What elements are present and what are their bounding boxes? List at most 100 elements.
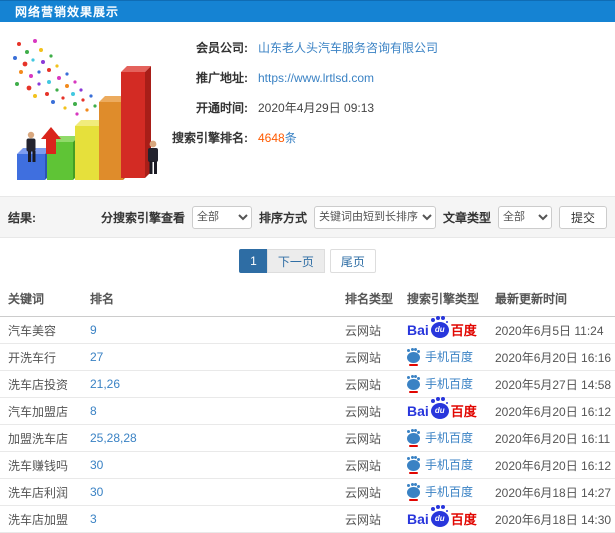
rank-cell: 25,28,28	[85, 424, 340, 452]
open-time-value: 2020年4月29日 09:13	[258, 101, 375, 115]
keyword-cell: 洗车店利润	[0, 478, 85, 506]
rank-cell: 21,26	[85, 370, 340, 398]
rank-type-cell: 云网站	[340, 316, 402, 344]
baidu-paw-icon: du	[430, 318, 449, 338]
baidu-logo-bai: Bai	[407, 403, 429, 419]
col-rank-type: 排名类型	[340, 281, 402, 317]
table-row: 汽车加盟店 8 云网站 Bai du 百度 2020年6月20日 16:12	[0, 397, 615, 425]
col-keyword: 关键词	[0, 281, 85, 317]
baidu-logo-cn: 百度	[450, 403, 477, 419]
filter-band: 结果: 分搜索引擎查看 全部 排序方式 关键词由短到长排序 文章类型 全部 提交	[0, 196, 615, 238]
baidu-logo-du: du	[434, 406, 445, 415]
pagination: 1 下一页 尾页	[0, 249, 615, 273]
updated-cell: 2020年6月20日 16:12	[490, 397, 615, 425]
mobile-baidu-label: 手机百度	[425, 485, 474, 499]
rank-type-cell: 云网站	[340, 478, 402, 506]
updated-cell: 2020年6月20日 16:12	[490, 451, 615, 479]
growth-chart-graphic	[13, 39, 158, 180]
rank-type-cell: 云网站	[340, 424, 402, 452]
rank-value[interactable]: 9	[90, 323, 97, 337]
mobile-baidu-logo: 手机百度	[407, 348, 473, 366]
result-label: 结果:	[8, 210, 36, 225]
engine-type-cell: 手机百度	[402, 451, 490, 479]
bars	[17, 66, 151, 180]
sort-label: 排序方式	[258, 210, 307, 225]
engine-view-label: 分搜索引擎查看	[100, 210, 185, 225]
baidu-paw-icon: du	[430, 507, 449, 527]
engine-type-cell: Bai du 百度	[402, 316, 490, 344]
mobile-baidu-paw-icon	[407, 457, 420, 474]
table-row: 加盟洗车店 25,28,28 云网站 手机百度 2020年6月20日 16:11	[0, 424, 615, 452]
hero-section: 会员公司: 山东老人头汽车服务咨询有限公司推广地址: https://www.lrt…	[0, 22, 615, 196]
updated-cell: 2020年6月18日 14:27	[490, 478, 615, 506]
keyword-cell: 加盟洗车店	[0, 424, 85, 452]
updated-cell: 2020年6月5日 11:24	[490, 316, 615, 344]
keyword-cell: 洗车店加盟	[0, 505, 85, 533]
submit-button[interactable]: 提交	[558, 205, 607, 229]
rank-value[interactable]: 25,28,28	[90, 431, 137, 445]
confetti-dots	[13, 39, 97, 116]
info-row-member-company: 会员公司: 山东老人头汽车服务咨询有限公司	[170, 33, 605, 63]
engine-rank-count-number: 4648	[258, 131, 285, 145]
table-row: 洗车店利润 30 云网站 手机百度 2020年6月18日 14:27	[0, 478, 615, 506]
rank-value[interactable]: 27	[90, 350, 103, 364]
baidu-logo-du: du	[434, 514, 445, 523]
col-updated: 最新更新时间	[490, 281, 615, 317]
table-header-row: 关键词 排名 排名类型 搜索引擎类型 最新更新时间	[0, 281, 615, 317]
baidu-logo-bai: Bai	[407, 322, 429, 338]
baidu-logo-bai: Bai	[407, 511, 429, 527]
info-list: 会员公司: 山东老人头汽车服务咨询有限公司推广地址: https://www.lrt…	[170, 32, 605, 153]
engine-rank-count-unit: 条	[284, 131, 297, 145]
baidu-logo: Bai du 百度	[407, 399, 477, 419]
rank-cell: 8	[85, 397, 340, 425]
mobile-baidu-logo: 手机百度	[407, 456, 474, 474]
rank-type-cell: 云网站	[340, 451, 402, 479]
engine-rank-count-value: 4648条	[258, 129, 297, 146]
rank-value[interactable]: 30	[90, 485, 103, 499]
mobile-baidu-label: 手机百度	[425, 431, 474, 445]
rank-cell: 30	[85, 451, 340, 479]
promo-url-value[interactable]: https://www.lrtlsd.com	[258, 71, 374, 85]
rank-value[interactable]: 8	[90, 404, 97, 418]
member-company-value[interactable]: 山东老人头汽车服务咨询有限公司	[258, 39, 438, 56]
topbar: 网络营销效果展示	[0, 0, 615, 22]
page-title: 网络营销效果展示	[15, 5, 120, 19]
updated-cell: 2020年5月27日 14:58	[490, 370, 615, 398]
keyword-cell: 开洗车行	[0, 343, 85, 371]
results-table: 关键词 排名 排名类型 搜索引擎类型 最新更新时间 汽车美容 9 云网站 Bai du 百…	[0, 281, 615, 533]
keyword-cell: 洗车店投资	[0, 370, 85, 398]
keyword-cell: 汽车加盟店	[0, 397, 85, 425]
rank-value[interactable]: 21,26	[90, 377, 120, 391]
engine-type-cell: 手机百度	[402, 370, 490, 398]
sort-select[interactable]: 关键词由短到长排序	[313, 205, 436, 229]
table-body: 汽车美容 9 云网站 Bai du 百度 2020年6月5日 11:24 开洗车行 27 云网站手…	[0, 316, 615, 533]
last-page-button[interactable]: 尾页	[329, 249, 376, 273]
rank-cell: 9	[85, 316, 340, 344]
updated-cell: 2020年6月18日 14:30	[490, 505, 615, 533]
baidu-logo: Bai du 百度	[407, 507, 477, 527]
page-1-button[interactable]: 1	[239, 249, 268, 273]
mobile-baidu-paw-icon	[407, 349, 420, 366]
bar-chart-illustration	[5, 32, 170, 193]
rank-value[interactable]: 30	[90, 458, 103, 472]
info-row-promo-url: 推广地址: https://www.lrtlsd.com	[170, 63, 605, 93]
engine-view-select[interactable]: 全部	[191, 205, 252, 229]
rank-cell: 3	[85, 505, 340, 533]
promo-url-label: 推广地址:	[196, 71, 248, 85]
keyword-cell: 汽车美容	[0, 316, 85, 344]
rank-cell: 30	[85, 478, 340, 506]
table-row: 洗车店加盟 3 云网站 Bai du 百度 2020年6月18日 14:30	[0, 505, 615, 533]
mobile-baidu-paw-icon	[407, 484, 420, 501]
info-row-open-time: 开通时间: 2020年4月29日 09:13	[170, 93, 605, 123]
engine-type-cell: Bai du 百度	[402, 505, 490, 533]
filter-controls: 分搜索引擎查看 全部 排序方式 关键词由短到长排序 文章类型 全部 提交	[100, 205, 607, 229]
rank-value[interactable]: 3	[90, 512, 97, 526]
mobile-baidu-paw-icon	[407, 376, 420, 393]
mobile-baidu-label: 手机百度	[425, 458, 474, 472]
engine-type-cell: 手机百度	[402, 343, 490, 371]
baidu-logo-cn: 百度	[450, 511, 477, 527]
article-type-select[interactable]: 全部	[497, 205, 552, 229]
mobile-baidu-logo: 手机百度	[407, 375, 473, 393]
open-time-label: 开通时间:	[196, 101, 248, 115]
next-page-button[interactable]: 下一页	[266, 249, 325, 273]
